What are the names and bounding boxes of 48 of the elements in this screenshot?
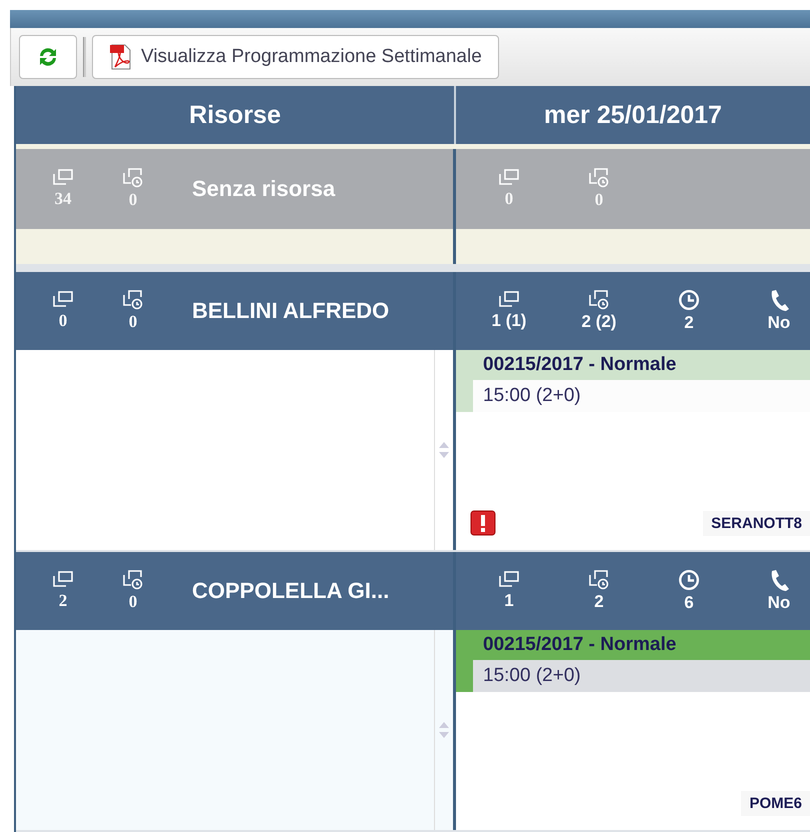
windows-icon xyxy=(498,571,520,589)
appointment-title: 00215/2017 - Normale xyxy=(482,633,678,657)
count-label: 1 xyxy=(504,591,514,611)
column-header: mer 25/01/2017 xyxy=(456,86,810,144)
count-label: No xyxy=(768,313,790,333)
clock-icon xyxy=(678,569,700,591)
count-label: 0 xyxy=(128,592,138,612)
resource-name: Senza risorsa xyxy=(192,176,336,202)
appointment-card[interactable]: 00215/2017 - Normale 15:00 (2+0) xyxy=(456,630,810,692)
windows-icon xyxy=(52,291,74,309)
appointment-title: 00215/2017 - Normale xyxy=(482,353,678,377)
count-label: 1 (1) xyxy=(492,311,526,331)
count-label: 2 (2) xyxy=(582,312,616,332)
column-header: Risorse xyxy=(16,86,456,144)
window-clock-icon xyxy=(122,168,144,188)
count-label: 2 xyxy=(58,591,68,611)
window-clock-icon xyxy=(588,570,610,590)
shift-code: SERANOTT8 xyxy=(703,511,810,536)
count-label: No xyxy=(768,593,790,613)
count-label: 6 xyxy=(684,593,694,613)
count-label: 0 xyxy=(128,190,138,210)
count-label: 0 xyxy=(58,311,68,331)
resource-name: COPPOLELLA GI... xyxy=(192,578,390,604)
refresh-button[interactable] xyxy=(19,35,77,79)
count-label: 2 xyxy=(684,313,694,333)
count-label: 0 xyxy=(504,189,514,209)
phone-icon xyxy=(769,289,789,311)
clock-icon xyxy=(678,289,700,311)
windows-icon xyxy=(498,169,520,187)
window-clock-icon xyxy=(122,290,144,310)
count-label: 0 xyxy=(128,312,138,332)
shift-code: POME6 xyxy=(741,791,810,816)
pdf-report-button[interactable]: Visualizza Programmazione Settimanale xyxy=(92,35,499,79)
appointment-time: 15:00 (2+0) xyxy=(473,660,810,692)
resource-name: BELLINI ALFREDO xyxy=(192,298,390,324)
phone-icon xyxy=(769,569,789,591)
windows-icon xyxy=(498,291,520,309)
count-label: 2 xyxy=(594,592,604,612)
windows-icon xyxy=(52,169,74,187)
window-clock-icon xyxy=(588,168,610,188)
windows-icon xyxy=(52,571,74,589)
pdf-icon xyxy=(109,43,133,71)
appointment-time: 15:00 (2+0) xyxy=(473,380,810,412)
count-label: 34 xyxy=(54,189,72,209)
appointment-card[interactable]: 00215/2017 - Normale 15:00 (2+0) xyxy=(456,350,810,412)
window-clock-icon xyxy=(122,570,144,590)
window-clock-icon xyxy=(588,290,610,310)
count-label: 0 xyxy=(594,190,604,210)
